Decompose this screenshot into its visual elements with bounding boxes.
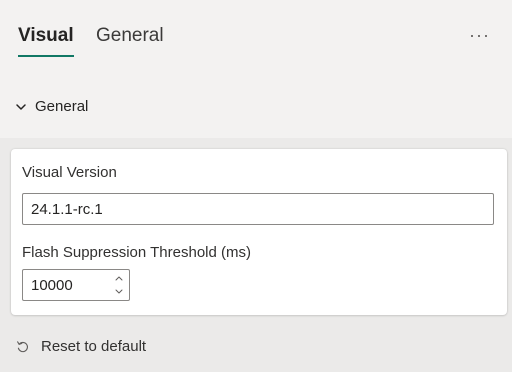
reset-icon [17,341,28,353]
tab-visual-label: Visual [18,25,74,46]
tab-visual[interactable]: Visual [18,24,74,57]
visual-version-label: Visual Version [22,164,117,181]
section-title: General [35,98,89,115]
pane-tabs: Visual General ··· [0,0,512,70]
section-header-general[interactable]: General [0,88,512,128]
reset-to-default-button[interactable]: Reset to default [0,330,240,362]
flash-threshold-stepper [22,269,130,301]
visual-version-input[interactable] [22,193,494,225]
reset-label: Reset to default [41,338,147,355]
more-options-icon[interactable]: ··· [469,26,490,44]
settings-card: Visual Version Flash Suppression Thresho… [11,149,507,315]
flash-threshold-input[interactable] [23,270,107,300]
tab-general[interactable]: General [96,24,164,48]
stepper-up-icon[interactable] [111,271,127,285]
flash-threshold-label: Flash Suppression Threshold (ms) [22,244,251,261]
chevron-down-icon [16,104,26,110]
active-tab-indicator [18,55,74,57]
tab-general-label: General [96,25,164,46]
stepper-down-icon[interactable] [111,285,127,299]
